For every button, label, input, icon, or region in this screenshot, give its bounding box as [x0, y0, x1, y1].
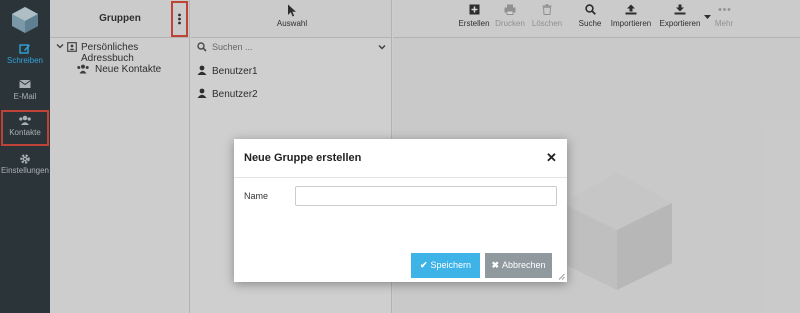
- close-icon: ✖: [491, 260, 499, 270]
- save-button[interactable]: ✔ Speichern: [411, 253, 480, 278]
- name-input[interactable]: [295, 186, 557, 206]
- dialog-divider: [234, 177, 567, 178]
- create-group-dialog: Neue Gruppe erstellen ✕ Name ✔ Speichern …: [234, 139, 567, 282]
- name-label: Name: [244, 191, 269, 201]
- checkmark-icon: ✔: [419, 260, 428, 270]
- dialog-title: Neue Gruppe erstellen: [244, 152, 362, 164]
- resize-handle-icon[interactable]: [558, 273, 565, 280]
- close-icon[interactable]: ✕: [546, 150, 557, 166]
- save-button-label: Speichern: [430, 260, 472, 270]
- cancel-button-label: Abbrechen: [502, 260, 546, 270]
- cancel-button[interactable]: ✖ Abbrechen: [485, 253, 552, 278]
